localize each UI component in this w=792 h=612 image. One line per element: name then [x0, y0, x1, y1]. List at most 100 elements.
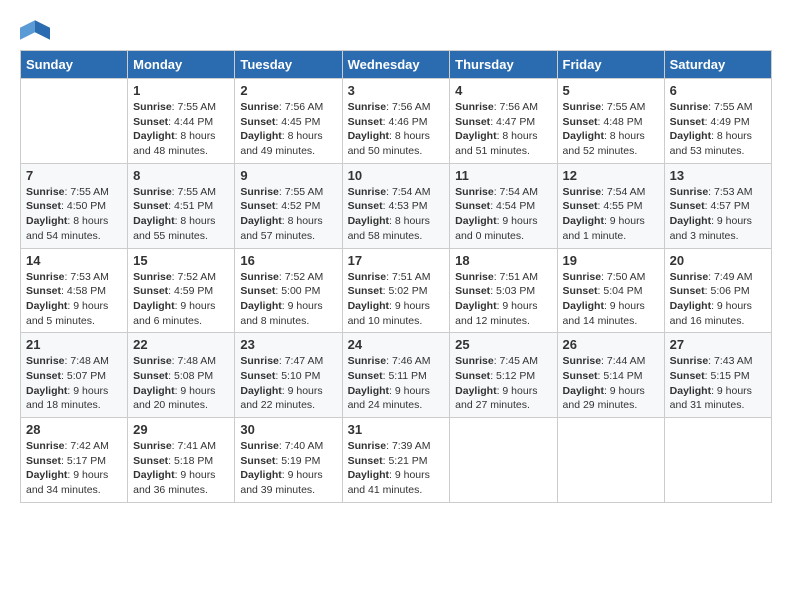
week-row-3: 14 Sunrise: 7:53 AMSunset: 4:58 PMDayligh…	[21, 248, 772, 333]
day-number: 12	[563, 168, 659, 183]
day-info: Sunrise: 7:43 AMSunset: 5:15 PMDaylight:…	[670, 354, 766, 413]
week-row-5: 28Sunrise: 7:42 AMSunset: 5:17 PMDayligh…	[21, 418, 772, 503]
day-number: 29	[133, 422, 229, 437]
day-info: Sunrise: 7:53 AMSunset: 4:58 PMDaylight:…	[26, 270, 122, 329]
week-row-4: 21 Sunrise: 7:48 AMSunset: 5:07 PMDayligh…	[21, 333, 772, 418]
day-info: Sunrise: 7:55 AMSunset: 4:51 PMDaylight:…	[133, 185, 229, 244]
calendar-cell	[450, 418, 557, 503]
calendar-cell: 2 Sunrise: 7:56 AMSunset: 4:45 PMDaylight…	[235, 79, 342, 164]
day-info: Sunrise: 7:50 AMSunset: 5:04 PMDaylight:…	[563, 270, 659, 329]
day-of-week-saturday: Saturday	[664, 51, 771, 79]
day-of-week-monday: Monday	[128, 51, 235, 79]
day-number: 9	[240, 168, 336, 183]
calendar-cell: 14 Sunrise: 7:53 AMSunset: 4:58 PMDayligh…	[21, 248, 128, 333]
calendar-cell: 18 Sunrise: 7:51 AMSunset: 5:03 PMDayligh…	[450, 248, 557, 333]
calendar-cell: 16Sunrise: 7:52 AMSunset: 5:00 PMDayligh…	[235, 248, 342, 333]
day-number: 31	[348, 422, 445, 437]
day-number: 14	[26, 253, 122, 268]
day-number: 6	[670, 83, 766, 98]
calendar-cell: 5 Sunrise: 7:55 AMSunset: 4:48 PMDaylight…	[557, 79, 664, 164]
day-info: Sunrise: 7:55 AMSunset: 4:50 PMDaylight:…	[26, 185, 122, 244]
calendar-cell: 9 Sunrise: 7:55 AMSunset: 4:52 PMDaylight…	[235, 163, 342, 248]
calendar-cell: 26Sunrise: 7:44 AMSunset: 5:14 PMDayligh…	[557, 333, 664, 418]
calendar-cell: 30 Sunrise: 7:40 AMSunset: 5:19 PMDayligh…	[235, 418, 342, 503]
day-info: Sunrise: 7:46 AMSunset: 5:11 PMDaylight:…	[348, 354, 445, 413]
calendar-cell: 7 Sunrise: 7:55 AMSunset: 4:50 PMDaylight…	[21, 163, 128, 248]
day-info: Sunrise: 7:51 AMSunset: 5:02 PMDaylight:…	[348, 270, 445, 329]
day-info: Sunrise: 7:49 AMSunset: 5:06 PMDaylight:…	[670, 270, 766, 329]
day-info: Sunrise: 7:52 AMSunset: 4:59 PMDaylight:…	[133, 270, 229, 329]
day-info: Sunrise: 7:42 AMSunset: 5:17 PMDaylight:…	[26, 439, 122, 498]
day-number: 23	[240, 337, 336, 352]
calendar-cell: 12 Sunrise: 7:54 AMSunset: 4:55 PMDayligh…	[557, 163, 664, 248]
day-of-week-wednesday: Wednesday	[342, 51, 450, 79]
day-number: 1	[133, 83, 229, 98]
day-info: Sunrise: 7:40 AMSunset: 5:19 PMDaylight:…	[240, 439, 336, 498]
day-number: 5	[563, 83, 659, 98]
calendar-cell: 15 Sunrise: 7:52 AMSunset: 4:59 PMDayligh…	[128, 248, 235, 333]
day-info: Sunrise: 7:53 AMSunset: 4:57 PMDaylight:…	[670, 185, 766, 244]
calendar-cell: 17 Sunrise: 7:51 AMSunset: 5:02 PMDayligh…	[342, 248, 450, 333]
day-number: 8	[133, 168, 229, 183]
day-info: Sunrise: 7:54 AMSunset: 4:55 PMDaylight:…	[563, 185, 659, 244]
days-header-row: SundayMondayTuesdayWednesdayThursdayFrid…	[21, 51, 772, 79]
calendar-cell	[557, 418, 664, 503]
calendar-cell: 29 Sunrise: 7:41 AMSunset: 5:18 PMDayligh…	[128, 418, 235, 503]
day-number: 20	[670, 253, 766, 268]
day-info: Sunrise: 7:56 AMSunset: 4:45 PMDaylight:…	[240, 100, 336, 159]
day-info: Sunrise: 7:45 AMSunset: 5:12 PMDaylight:…	[455, 354, 551, 413]
day-number: 3	[348, 83, 445, 98]
day-number: 25	[455, 337, 551, 352]
logo	[20, 20, 52, 40]
day-info: Sunrise: 7:55 AMSunset: 4:48 PMDaylight:…	[563, 100, 659, 159]
day-of-week-friday: Friday	[557, 51, 664, 79]
day-number: 2	[240, 83, 336, 98]
calendar-cell: 10Sunrise: 7:54 AMSunset: 4:53 PMDayligh…	[342, 163, 450, 248]
day-info: Sunrise: 7:39 AMSunset: 5:21 PMDaylight:…	[348, 439, 445, 498]
calendar-cell: 21 Sunrise: 7:48 AMSunset: 5:07 PMDayligh…	[21, 333, 128, 418]
day-info: Sunrise: 7:56 AMSunset: 4:46 PMDaylight:…	[348, 100, 445, 159]
day-info: Sunrise: 7:55 AMSunset: 4:44 PMDaylight:…	[133, 100, 229, 159]
day-number: 30	[240, 422, 336, 437]
day-info: Sunrise: 7:51 AMSunset: 5:03 PMDaylight:…	[455, 270, 551, 329]
day-of-week-thursday: Thursday	[450, 51, 557, 79]
day-info: Sunrise: 7:48 AMSunset: 5:07 PMDaylight:…	[26, 354, 122, 413]
calendar-cell: 25 Sunrise: 7:45 AMSunset: 5:12 PMDayligh…	[450, 333, 557, 418]
calendar-cell: 27Sunrise: 7:43 AMSunset: 5:15 PMDayligh…	[664, 333, 771, 418]
day-number: 10	[348, 168, 445, 183]
calendar-cell: 1 Sunrise: 7:55 AMSunset: 4:44 PMDaylight…	[128, 79, 235, 164]
day-info: Sunrise: 7:54 AMSunset: 4:54 PMDaylight:…	[455, 185, 551, 244]
calendar-cell: 31 Sunrise: 7:39 AMSunset: 5:21 PMDayligh…	[342, 418, 450, 503]
calendar-cell: 20 Sunrise: 7:49 AMSunset: 5:06 PMDayligh…	[664, 248, 771, 333]
day-number: 7	[26, 168, 122, 183]
day-info: Sunrise: 7:47 AMSunset: 5:10 PMDaylight:…	[240, 354, 336, 413]
day-number: 24	[348, 337, 445, 352]
day-info: Sunrise: 7:55 AMSunset: 4:49 PMDaylight:…	[670, 100, 766, 159]
day-number: 18	[455, 253, 551, 268]
day-number: 26	[563, 337, 659, 352]
calendar-cell: 24 Sunrise: 7:46 AMSunset: 5:11 PMDayligh…	[342, 333, 450, 418]
calendar-cell: 23 Sunrise: 7:47 AMSunset: 5:10 PMDayligh…	[235, 333, 342, 418]
week-row-2: 7 Sunrise: 7:55 AMSunset: 4:50 PMDaylight…	[21, 163, 772, 248]
day-number: 22	[133, 337, 229, 352]
calendar-cell: 3 Sunrise: 7:56 AMSunset: 4:46 PMDaylight…	[342, 79, 450, 164]
logo-icon	[20, 20, 50, 40]
day-number: 11	[455, 168, 551, 183]
calendar-cell: 8 Sunrise: 7:55 AMSunset: 4:51 PMDaylight…	[128, 163, 235, 248]
calendar-table: SundayMondayTuesdayWednesdayThursdayFrid…	[20, 50, 772, 503]
day-number: 17	[348, 253, 445, 268]
day-info: Sunrise: 7:41 AMSunset: 5:18 PMDaylight:…	[133, 439, 229, 498]
day-number: 21	[26, 337, 122, 352]
page-header	[20, 20, 772, 40]
calendar-cell: 11 Sunrise: 7:54 AMSunset: 4:54 PMDayligh…	[450, 163, 557, 248]
calendar-cell: 22 Sunrise: 7:48 AMSunset: 5:08 PMDayligh…	[128, 333, 235, 418]
calendar-cell: 6 Sunrise: 7:55 AMSunset: 4:49 PMDaylight…	[664, 79, 771, 164]
day-info: Sunrise: 7:55 AMSunset: 4:52 PMDaylight:…	[240, 185, 336, 244]
day-number: 15	[133, 253, 229, 268]
day-info: Sunrise: 7:48 AMSunset: 5:08 PMDaylight:…	[133, 354, 229, 413]
day-number: 19	[563, 253, 659, 268]
day-number: 4	[455, 83, 551, 98]
day-info: Sunrise: 7:56 AMSunset: 4:47 PMDaylight:…	[455, 100, 551, 159]
day-info: Sunrise: 7:52 AMSunset: 5:00 PMDaylight:…	[240, 270, 336, 329]
day-of-week-tuesday: Tuesday	[235, 51, 342, 79]
